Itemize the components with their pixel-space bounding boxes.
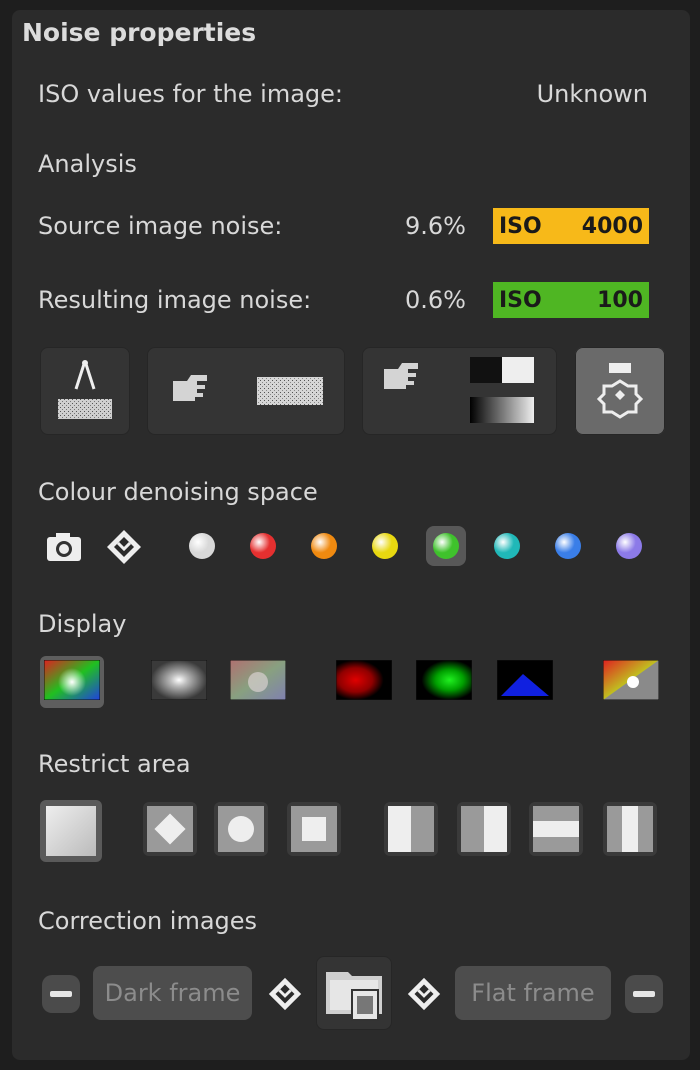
blue-channel-icon xyxy=(496,659,554,701)
measure-noise-icon xyxy=(58,360,112,419)
restrict-diamond-button[interactable] xyxy=(143,802,197,856)
green-dot-icon xyxy=(433,533,459,559)
open-folder-button[interactable] xyxy=(316,956,392,1030)
flat-frame-button[interactable]: Flat frame xyxy=(455,966,611,1020)
result-noise-label: Resulting image noise: xyxy=(38,286,312,314)
orange-dot-icon xyxy=(311,533,337,559)
restrict-horizontal-band-button[interactable] xyxy=(529,802,583,856)
iso-values-label: ISO values for the image: xyxy=(38,80,344,108)
dark-frame-link-button[interactable] xyxy=(266,975,304,1013)
circle-area-icon xyxy=(218,806,264,852)
iso-values-value: Unknown xyxy=(536,80,648,108)
left-half-area-icon xyxy=(388,806,434,852)
source-noise-label: Source image noise: xyxy=(38,212,283,240)
full-area-icon xyxy=(46,806,96,856)
colour-swatch-grey[interactable] xyxy=(182,526,222,566)
display-mode-rgb[interactable] xyxy=(40,656,104,708)
display-mode-green[interactable] xyxy=(415,659,473,704)
source-iso-badge: ISO 4000 xyxy=(493,208,649,244)
remove-flat-frame-button[interactable] xyxy=(625,975,663,1013)
source-iso-value: 4000 xyxy=(581,213,643,239)
colour-swatch-cyan[interactable] xyxy=(487,526,527,566)
display-mode-grey[interactable] xyxy=(150,659,208,704)
remove-dark-frame-button[interactable] xyxy=(42,975,80,1013)
minus-icon xyxy=(633,991,655,997)
flat-frame-link-button[interactable] xyxy=(405,975,443,1013)
colour-swatch-row xyxy=(182,526,649,566)
result-iso-badge: ISO 100 xyxy=(493,282,649,318)
display-mode-blue[interactable] xyxy=(496,659,554,704)
source-iso-label: ISO xyxy=(499,213,542,239)
colour-swatch-yellow[interactable] xyxy=(365,526,405,566)
analysis-heading: Analysis xyxy=(38,150,137,178)
grey-preview-icon xyxy=(150,659,208,701)
pick-noise-sample-button[interactable] xyxy=(147,347,345,435)
measure-noise-button[interactable] xyxy=(40,347,130,435)
display-mode-red[interactable] xyxy=(335,659,393,704)
colour-swatch-red[interactable] xyxy=(243,526,283,566)
split-preview-icon xyxy=(602,659,660,701)
blue-dot-icon xyxy=(555,533,581,559)
camera-icon xyxy=(47,533,81,561)
square-area-icon xyxy=(291,806,337,852)
result-noise-percent: 0.6% xyxy=(405,286,466,314)
correction-heading: Correction images xyxy=(38,907,258,935)
green-channel-icon xyxy=(415,659,473,701)
restrict-circle-button[interactable] xyxy=(214,802,268,856)
cyan-dot-icon xyxy=(494,533,520,559)
link-icon xyxy=(107,530,141,564)
vertical-band-area-icon xyxy=(607,806,653,852)
link-icon xyxy=(268,977,302,1011)
rgb-preview-icon xyxy=(43,659,101,701)
right-half-area-icon xyxy=(461,806,507,852)
display-heading: Display xyxy=(38,610,127,638)
red-dot-icon xyxy=(250,533,276,559)
restrict-right-half-button[interactable] xyxy=(457,802,511,856)
link-icon xyxy=(407,977,441,1011)
display-mode-soft[interactable] xyxy=(229,659,287,704)
restrict-heading: Restrict area xyxy=(38,750,191,778)
horizontal-band-area-icon xyxy=(533,806,579,852)
auto-settings-button[interactable] xyxy=(575,347,665,435)
folder-icon xyxy=(326,972,382,1021)
pick-noise-sample-icon xyxy=(173,375,323,405)
panel-title: Noise properties xyxy=(22,18,257,47)
restrict-vertical-band-button[interactable] xyxy=(603,802,657,856)
colour-swatch-green[interactable] xyxy=(426,526,466,566)
pick-black-white-icon xyxy=(384,357,534,423)
yellow-dot-icon xyxy=(372,533,398,559)
restrict-square-button[interactable] xyxy=(287,802,341,856)
colour-swatch-orange[interactable] xyxy=(304,526,344,566)
minus-icon xyxy=(50,991,72,997)
display-mode-split[interactable] xyxy=(602,659,660,704)
result-iso-value: 100 xyxy=(597,287,643,313)
pick-black-white-button[interactable] xyxy=(362,347,557,435)
restrict-left-half-button[interactable] xyxy=(384,802,438,856)
violet-dot-icon xyxy=(616,533,642,559)
colour-swatch-violet[interactable] xyxy=(609,526,649,566)
soft-preview-icon xyxy=(229,659,287,701)
restrict-full-button[interactable] xyxy=(40,800,102,862)
auto-settings-icon xyxy=(596,363,644,419)
link-colour-button[interactable] xyxy=(104,527,144,571)
red-channel-icon xyxy=(335,659,393,701)
camera-colour-button[interactable] xyxy=(44,527,84,571)
diamond-area-icon xyxy=(147,806,193,852)
dark-frame-button[interactable]: Dark frame xyxy=(93,966,252,1020)
source-noise-percent: 9.6% xyxy=(405,212,466,240)
colour-space-heading: Colour denoising space xyxy=(38,478,318,506)
grey-dot-icon xyxy=(189,533,215,559)
colour-swatch-blue[interactable] xyxy=(548,526,588,566)
result-iso-label: ISO xyxy=(499,287,542,313)
